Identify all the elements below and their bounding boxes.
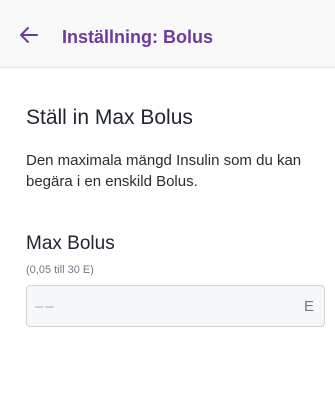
max-bolus-label: Max Bolus [26, 233, 115, 254]
max-bolus-range-hint: (0,05 till 30 E) [26, 264, 94, 276]
settings-screen: Inställning: Bolus Ställ in Max Bolus De… [0, 0, 335, 416]
app-header: Inställning: Bolus [0, 0, 335, 68]
max-bolus-field[interactable]: E [26, 285, 325, 327]
unit-label: E [303, 298, 314, 315]
max-bolus-input[interactable] [35, 286, 275, 326]
arrow-left-icon [20, 27, 38, 43]
section-title: Ställ in Max Bolus [26, 106, 193, 129]
description-text: Den maximala mängd Insulin som du kan be… [26, 152, 302, 190]
page-title: Inställning: Bolus [62, 27, 213, 47]
back-button[interactable] [18, 24, 40, 46]
